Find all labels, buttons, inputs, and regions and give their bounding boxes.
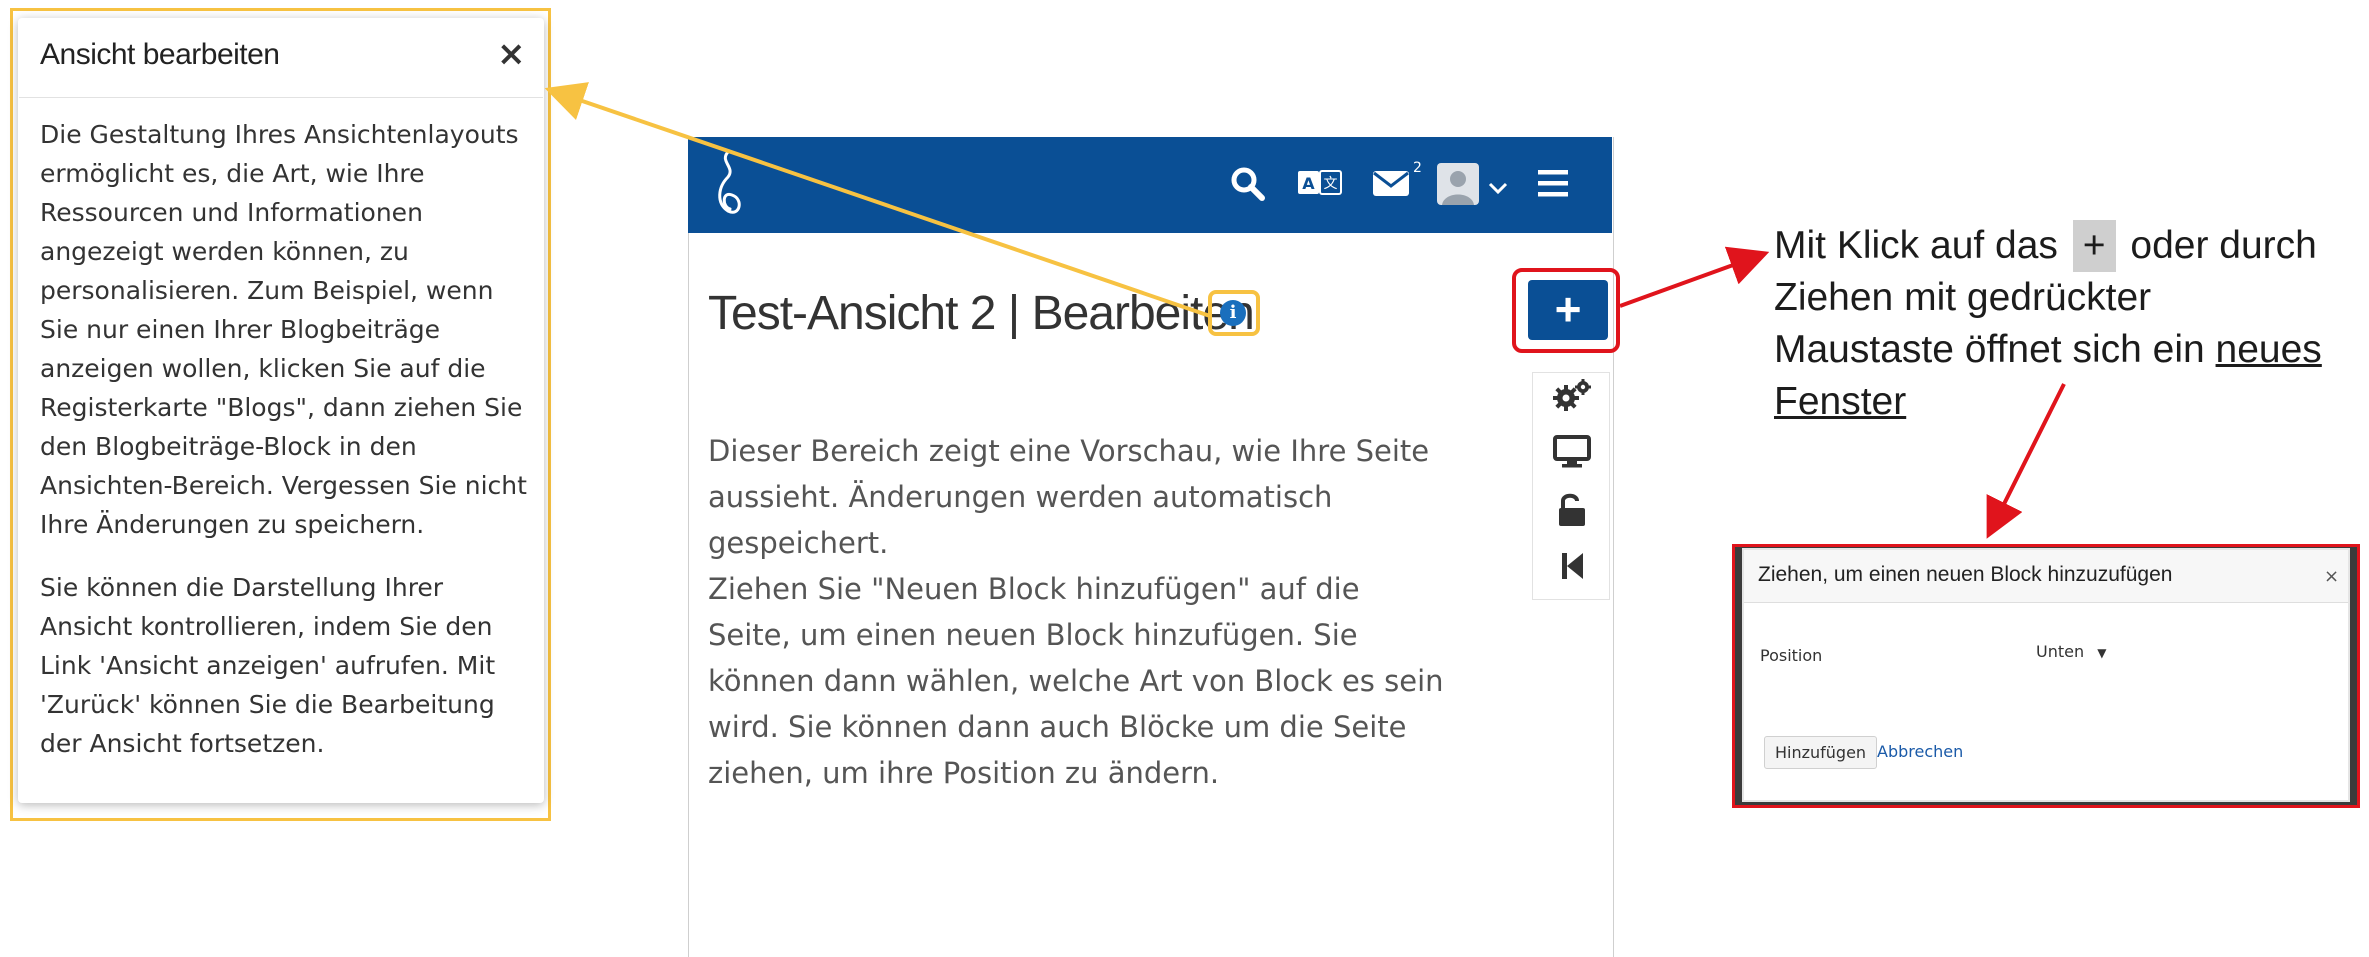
- menu-icon[interactable]: [1536, 167, 1570, 199]
- page-intro-text: Dieser Bereich zeigt eine Vorschau, wie …: [708, 434, 1430, 560]
- help-popup-title: Ansicht bearbeiten: [40, 38, 280, 71]
- annotation-underlined-text: neues: [2215, 328, 2322, 371]
- position-select-value: Unten: [2036, 642, 2085, 661]
- svg-text:A: A: [1302, 174, 1315, 193]
- annotation-text: Maustaste öffnet sich ein: [1774, 328, 2205, 371]
- annotation-text: oder durch: [2130, 224, 2317, 267]
- chevron-down-icon[interactable]: [1486, 176, 1510, 200]
- position-select[interactable]: Unten ▼: [2036, 642, 2106, 661]
- svg-text:文: 文: [1324, 176, 1338, 192]
- language-icon[interactable]: A 文: [1297, 168, 1343, 198]
- info-icon[interactable]: i: [1220, 300, 1246, 326]
- page-title: Test-Ansicht 2 | Bearbeiten: [708, 287, 1255, 340]
- dialog-title: Ziehen, um einen neuen Block hinzuzufüge…: [1758, 563, 2173, 586]
- help-popup-close-button[interactable]: ×: [497, 34, 526, 74]
- avatar-icon: [1442, 171, 1474, 205]
- help-popup-paragraph: Die Gestaltung Ihres Ansichtenlayouts er…: [40, 120, 527, 539]
- annotation-line: Ziehen mit gedrückter: [1774, 276, 2152, 319]
- settings-icon[interactable]: [1552, 376, 1592, 416]
- annotation-underlined-text: Fenster: [1774, 380, 1907, 423]
- annotation-line: Mit Klick auf das + oder durch: [1774, 220, 2369, 272]
- add-block-button[interactable]: +: [1528, 280, 1608, 340]
- back-icon[interactable]: [1552, 546, 1592, 586]
- cancel-link[interactable]: Abbrechen: [1877, 742, 1963, 761]
- add-button[interactable]: Hinzufügen: [1764, 736, 1878, 769]
- arrow-plus-to-annotation: [1619, 246, 1770, 308]
- help-popup-divider: [19, 97, 543, 98]
- help-popup-paragraph: Sie können die Darstellung Ihrer Ansicht…: [40, 573, 496, 758]
- position-label: Position: [1760, 646, 1823, 665]
- caret-down-icon: ▼: [2097, 646, 2107, 660]
- annotation-line: Maustaste öffnet sich ein neues: [1774, 324, 2369, 376]
- mail-icon[interactable]: [1372, 168, 1410, 198]
- unlock-icon[interactable]: [1552, 490, 1592, 530]
- plus-chip: +: [2072, 220, 2116, 272]
- search-icon[interactable]: [1230, 166, 1266, 202]
- avatar[interactable]: [1437, 163, 1479, 205]
- display-icon[interactable]: [1552, 432, 1592, 472]
- mail-count-badge: 2: [1413, 160, 1422, 176]
- dialog-close-button[interactable]: ×: [2324, 566, 2339, 587]
- page-instructions-text: Ziehen Sie "Neuen Block hinzufügen" auf …: [708, 572, 1444, 790]
- annotation-text: Mit Klick auf das: [1774, 224, 2058, 267]
- logo-icon[interactable]: [712, 145, 746, 223]
